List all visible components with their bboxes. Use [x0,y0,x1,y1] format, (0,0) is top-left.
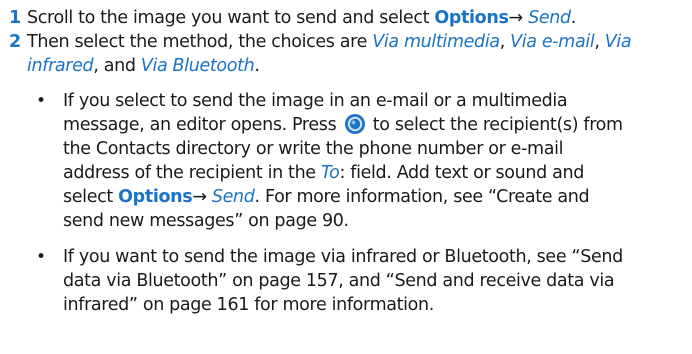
navigation-key-icon [344,113,366,135]
via-infrared-option-part1: Via [604,32,632,52]
separator: , [499,32,511,52]
bullet-1-line-4: address of the recipient in the To: fiel… [63,161,584,185]
step-number: 2 [9,32,22,52]
step-number: 1 [9,8,22,28]
text: select [63,187,119,207]
bullet-marker: • [36,91,47,111]
bullet-1-line-6: send new messages” on page 90. [63,211,349,231]
separator: , and [93,56,141,76]
step-text: Then select the method, the choices are [27,32,373,52]
text: message, an editor opens. Press [63,115,342,135]
bullet-1-line-1: If you select to send the image in an e-… [63,91,568,111]
punctuation: . [254,56,260,76]
send-command-label: Send [211,187,255,207]
step-2-text-line-2: infrared, and Via Bluetooth. [27,54,260,78]
via-multimedia-option: Via multimedia [372,32,500,52]
punctuation: . [570,8,577,28]
arrow: → [508,8,529,28]
bullet-2-line-3: infrared” on page 161 for more informati… [63,295,434,315]
step-text: Scroll to the image you want to send and… [27,8,435,28]
bullet-marker: • [36,247,47,267]
to-field-label: To [320,163,340,183]
send-command-label: Send [528,8,571,28]
options-menu-label: Options [118,187,193,207]
separator: , [594,32,605,52]
bullet-1-line-5: select Options→ Send. For more informati… [63,185,590,209]
text: address of the recipient in the [63,163,321,183]
step-1-text: Scroll to the image you want to send and… [27,6,576,30]
bullet-2-line-1: If you want to send the image via infrar… [63,247,623,267]
bullet-2-line-2: data via Bluetooth” on page 157, and “Se… [63,271,615,291]
manual-page: 1 Scroll to the image you want to send a… [0,0,692,354]
text: . For more information, see “Create and [254,187,590,207]
options-menu-label: Options [434,8,509,28]
via-email-option: Via e-mail [510,32,595,52]
text: to select the recipient(s) from [367,115,623,135]
arrow: → [192,187,212,207]
via-bluetooth-option: Via Bluetooth [140,56,255,76]
via-infrared-option-part2: infrared [27,56,94,76]
bullet-1-line-3: the Contacts directory or write the phon… [63,139,564,159]
step-2-text-line-1: Then select the method, the choices are … [27,30,632,54]
bullet-1-line-2: message, an editor opens. Press to selec… [63,113,623,137]
text: : field. Add text or sound and [339,163,585,183]
